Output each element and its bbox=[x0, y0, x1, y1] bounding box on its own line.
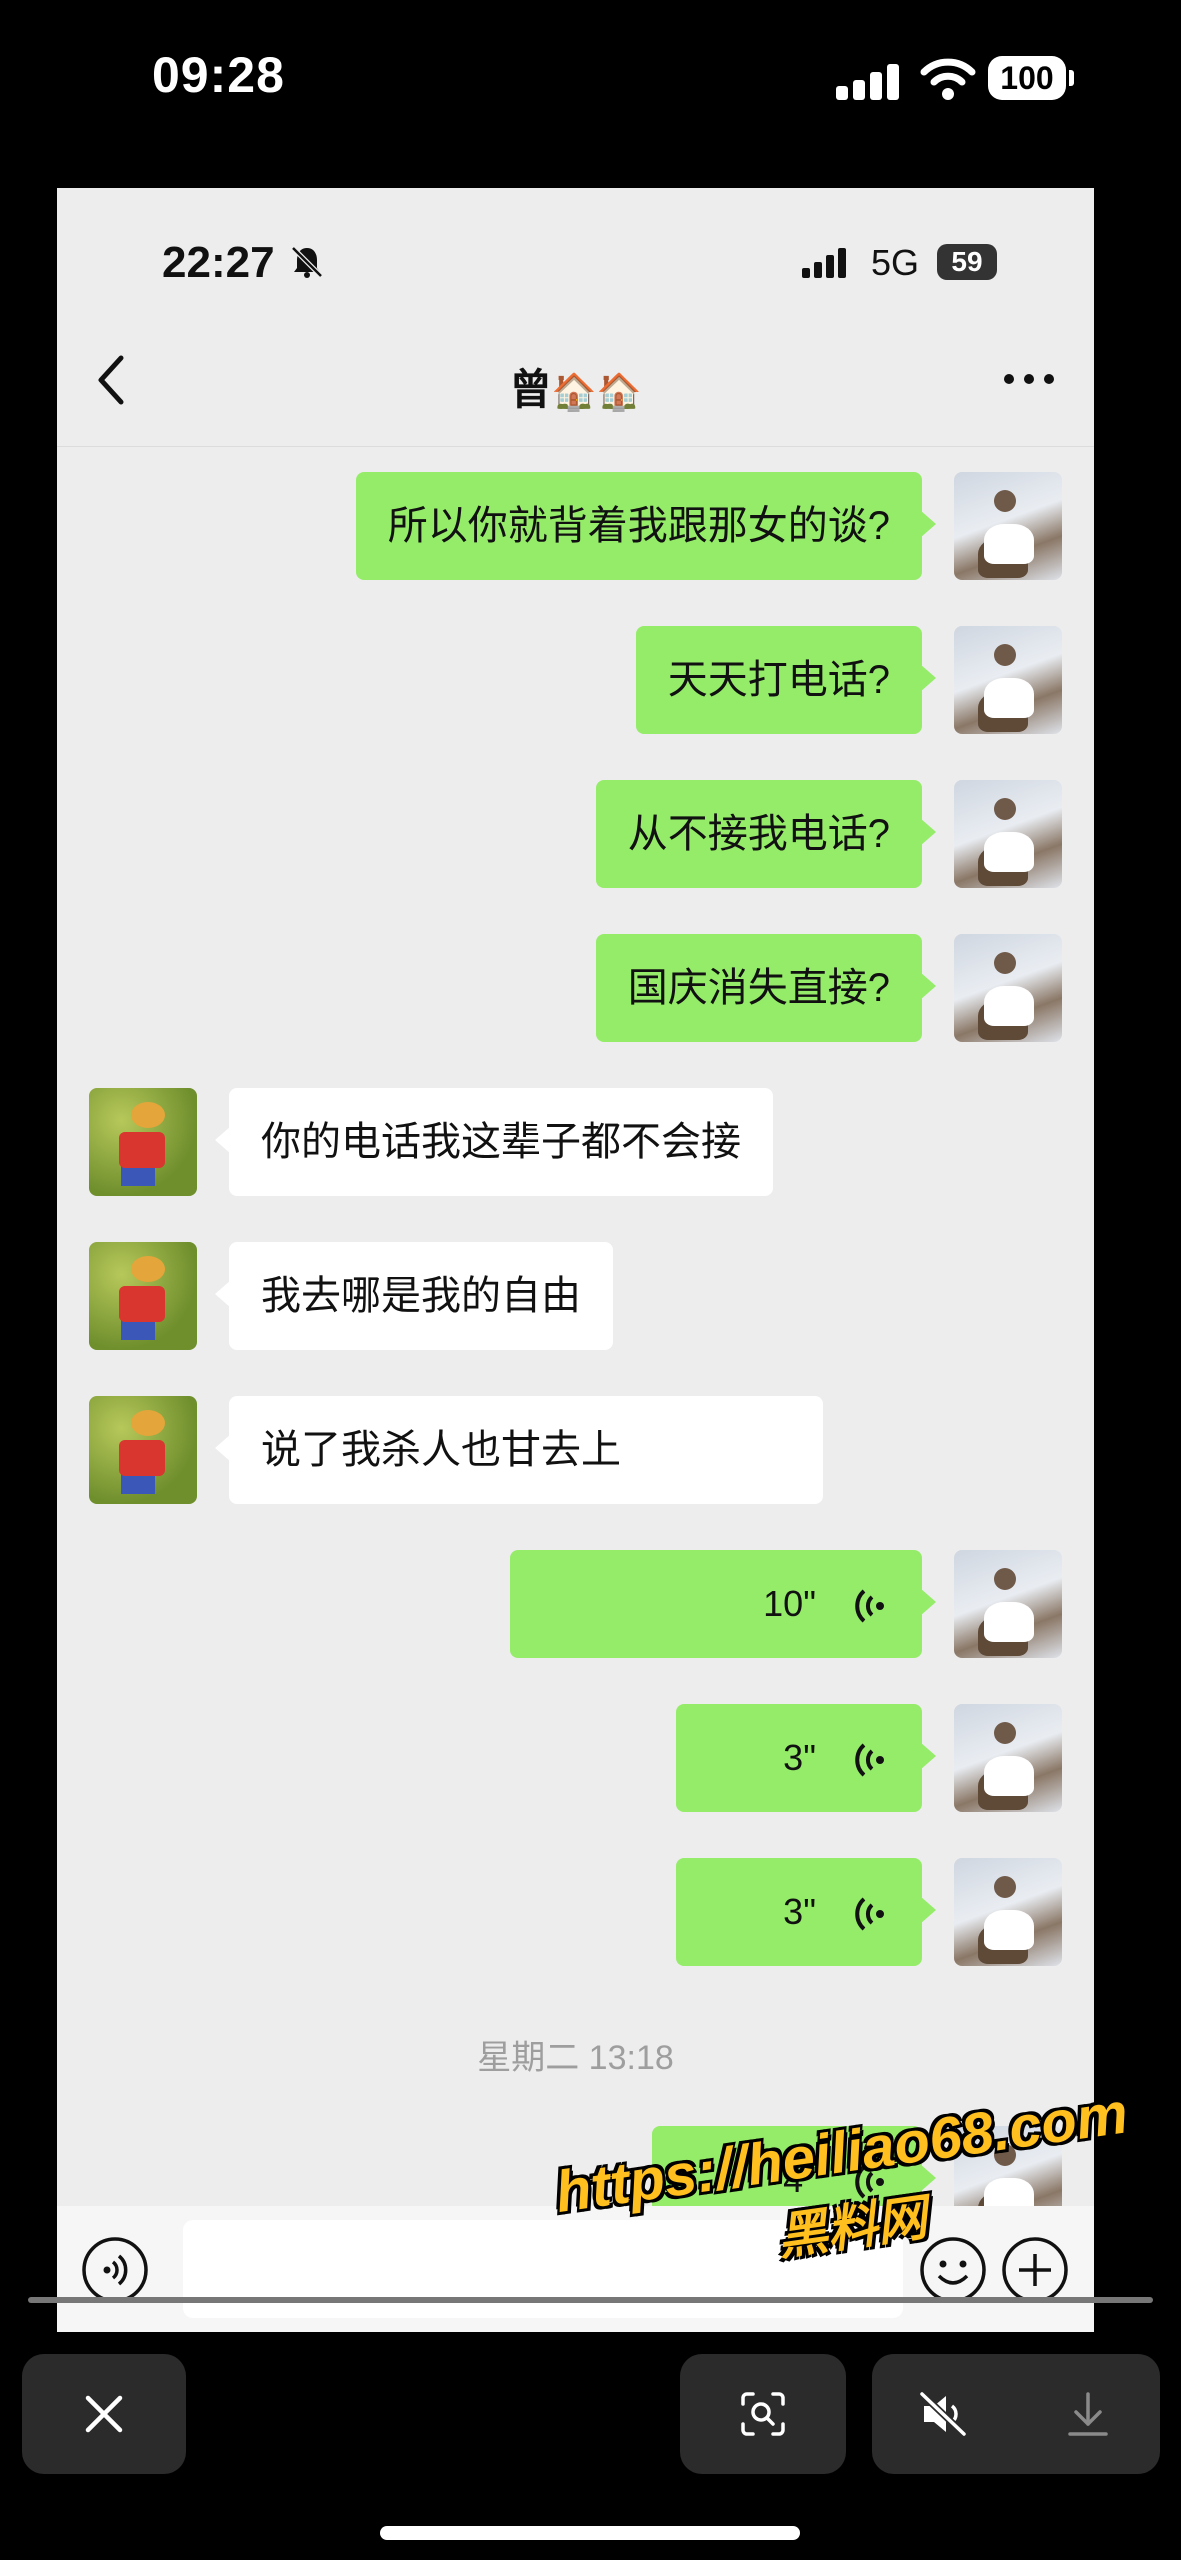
my-avatar[interactable] bbox=[954, 472, 1062, 580]
outer-status-bar: 09:28 100 bbox=[0, 0, 1181, 160]
message-row: 所以你就背着我跟那女的谈? bbox=[355, 472, 1062, 580]
cellular-signal-icon bbox=[836, 62, 906, 100]
progress-track bbox=[28, 2297, 1153, 2303]
message-list: 所以你就背着我跟那女的谈? 天天打电话? 从不接我电话? 国庆消失直接? 你的电… bbox=[57, 446, 1094, 2332]
contact-avatar[interactable] bbox=[89, 1242, 197, 1350]
voice-duration: 10" bbox=[763, 1583, 816, 1624]
message-row: 你的电话我这辈子都不会接 bbox=[89, 1088, 773, 1196]
media-actions-group bbox=[872, 2354, 1160, 2474]
voice-message[interactable]: 3" bbox=[676, 1858, 936, 1966]
inner-status-bar: 22:27 5G 59 bbox=[57, 188, 1094, 318]
voice-duration: 3" bbox=[783, 1891, 816, 1932]
contact-name: 曾 bbox=[509, 366, 552, 413]
voice-input-icon[interactable] bbox=[81, 2236, 149, 2304]
network-type: 5G bbox=[871, 242, 920, 283]
visual-lookup-button[interactable] bbox=[680, 2354, 846, 2474]
home-indicator[interactable] bbox=[380, 2526, 800, 2540]
voice-message[interactable]: 10" bbox=[510, 1550, 936, 1658]
message-row: 10" bbox=[510, 1550, 1062, 1658]
my-avatar[interactable] bbox=[954, 1550, 1062, 1658]
message-row: 国庆消失直接? bbox=[595, 934, 1062, 1042]
message-bubble[interactable]: 国庆消失直接? bbox=[595, 934, 937, 1042]
message-row: 说了我杀人也甘去上 bbox=[89, 1396, 823, 1504]
inner-clock: 22:27 bbox=[162, 238, 275, 287]
house-icons: 🏠🏠 bbox=[551, 371, 642, 412]
voice-message[interactable]: 3" bbox=[676, 1704, 936, 1812]
inner-signal-icon bbox=[802, 246, 846, 278]
outer-clock: 09:28 bbox=[152, 47, 285, 103]
time-divider: 星期二 13:18 bbox=[477, 2039, 674, 2077]
message-bubble[interactable]: 我去哪是我的自由 bbox=[215, 1242, 613, 1350]
message-bubble[interactable]: 所以你就背着我跟那女的谈? bbox=[355, 472, 937, 580]
close-icon bbox=[85, 2395, 123, 2433]
media-progress-bar[interactable] bbox=[28, 2297, 1153, 2303]
chat-header: 曾🏠🏠 bbox=[57, 318, 1094, 447]
my-avatar[interactable] bbox=[954, 626, 1062, 734]
inner-battery-indicator: 59 bbox=[937, 244, 997, 280]
chat-screenshot: 22:27 5G 59 曾🏠🏠 所以你就背着我跟那女的谈? 天天打电话? 从不接… bbox=[57, 188, 1094, 2332]
message-row: 天天打电话? bbox=[635, 626, 1062, 734]
message-row: 3" bbox=[676, 1858, 1062, 1966]
contact-avatar[interactable] bbox=[89, 1088, 197, 1196]
message-bubble[interactable]: 从不接我电话? bbox=[595, 780, 937, 888]
message-bubble[interactable]: 说了我杀人也甘去上 bbox=[215, 1396, 823, 1504]
message-bubble[interactable]: 天天打电话? bbox=[635, 626, 937, 734]
message-row: 3" bbox=[676, 1704, 1062, 1812]
contact-avatar[interactable] bbox=[89, 1396, 197, 1504]
close-button[interactable] bbox=[22, 2354, 186, 2474]
more-options-icon[interactable] bbox=[1004, 374, 1054, 384]
chat-title: 曾🏠🏠 bbox=[57, 356, 1094, 417]
voice-wave-icon bbox=[855, 1897, 884, 1931]
voice-duration: 3" bbox=[783, 1737, 816, 1778]
my-avatar[interactable] bbox=[954, 780, 1062, 888]
message-bubble[interactable]: 你的电话我这辈子都不会接 bbox=[215, 1088, 773, 1196]
download-icon bbox=[1068, 2392, 1108, 2436]
my-avatar[interactable] bbox=[954, 934, 1062, 1042]
message-row: 从不接我电话? bbox=[595, 780, 1062, 888]
bell-muted-icon bbox=[291, 246, 323, 278]
voice-wave-icon bbox=[855, 1743, 884, 1777]
battery-indicator: 100 bbox=[988, 56, 1074, 100]
mute-button[interactable] bbox=[872, 2354, 1016, 2474]
download-button[interactable] bbox=[1016, 2354, 1160, 2474]
wifi-icon bbox=[920, 58, 976, 100]
voice-wave-icon bbox=[855, 1589, 884, 1623]
my-avatar[interactable] bbox=[954, 1858, 1062, 1966]
add-icon[interactable] bbox=[1001, 2236, 1069, 2304]
message-row: 我去哪是我的自由 bbox=[89, 1242, 613, 1350]
scan-search-icon bbox=[741, 2392, 785, 2436]
my-avatar[interactable] bbox=[954, 1704, 1062, 1812]
speaker-muted-icon bbox=[919, 2391, 967, 2437]
